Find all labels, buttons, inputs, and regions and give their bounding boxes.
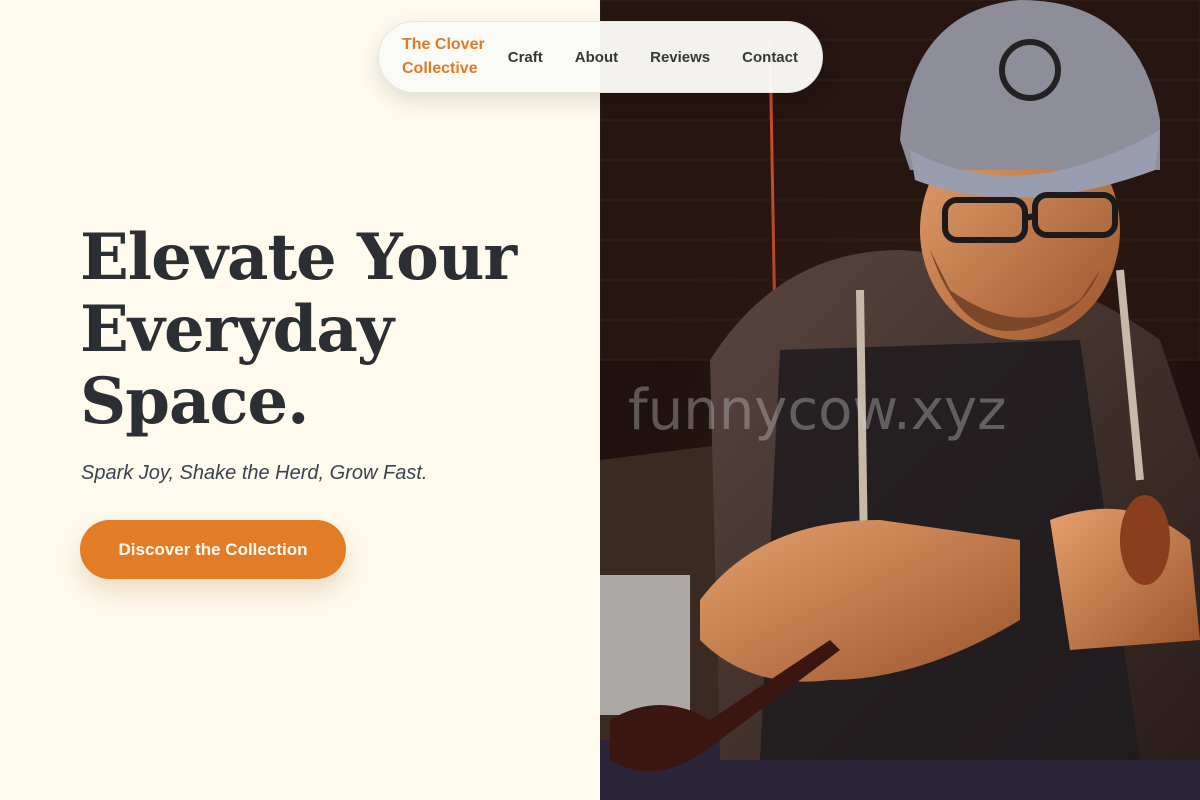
hero-subtitle: Spark Joy, Shake the Herd, Grow Fast. — [81, 462, 428, 484]
hero-image — [600, 0, 1200, 800]
brand-name-line2: Collective — [402, 60, 478, 77]
hero-title: Elevate Your Everyday Space. — [80, 222, 580, 438]
brand-logo[interactable]: The Clover Collective — [402, 33, 491, 81]
nav-link-craft[interactable]: Craft — [508, 49, 543, 66]
nav-link-contact[interactable]: Contact — [742, 49, 798, 66]
hero-title-line-3: Space. — [80, 364, 309, 439]
top-navigation: The Clover Collective Craft About Review… — [378, 21, 823, 93]
hero-title-line-2: Everyday — [80, 292, 394, 367]
discover-collection-button[interactable]: Discover the Collection — [80, 520, 346, 579]
nav-links: Craft About Reviews Contact — [508, 49, 798, 66]
nav-link-about[interactable]: About — [575, 49, 618, 66]
brand-name-line1: The Clover — [402, 36, 485, 53]
hero-title-line-1: Elevate Your — [80, 220, 517, 295]
nav-link-reviews[interactable]: Reviews — [650, 49, 710, 66]
